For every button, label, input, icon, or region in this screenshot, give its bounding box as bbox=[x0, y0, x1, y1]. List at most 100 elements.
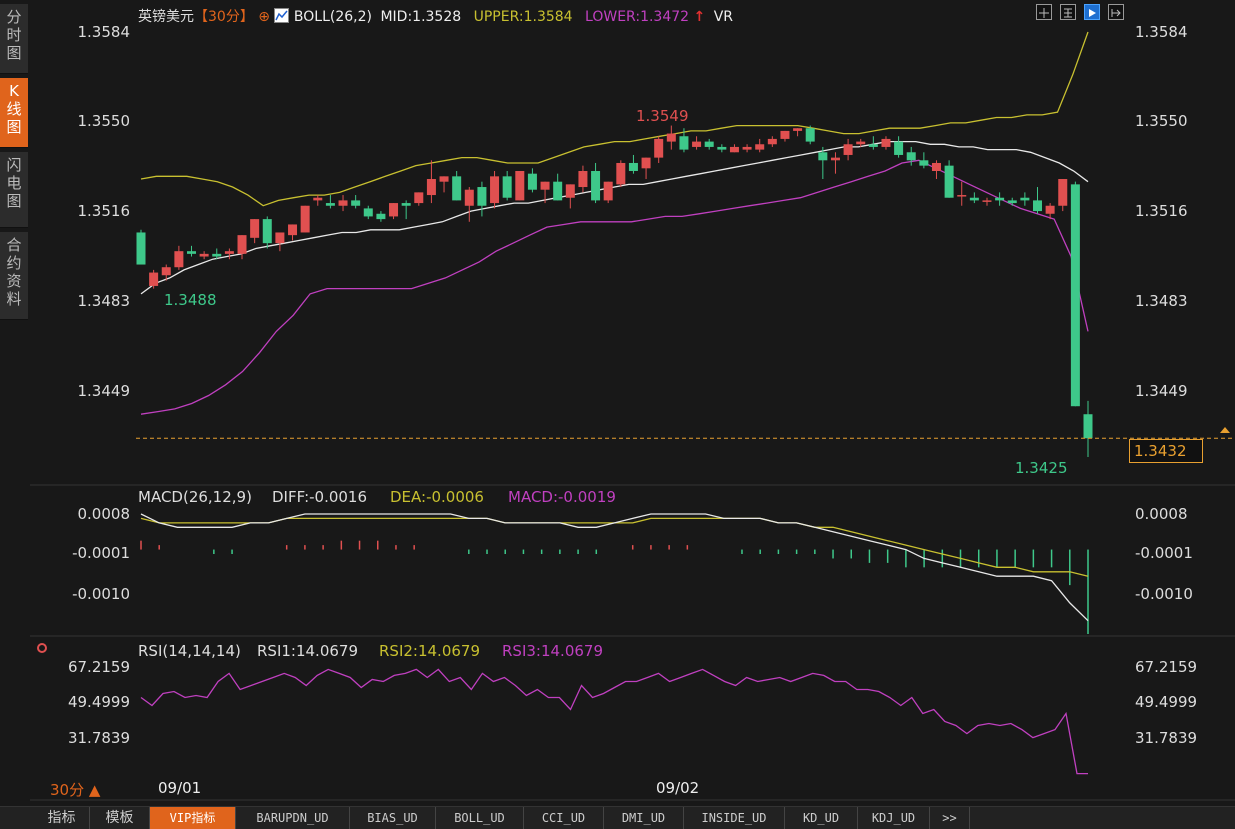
macd-tick-right: -0.0001 bbox=[1135, 544, 1193, 562]
candle-body bbox=[199, 253, 209, 257]
indicator-tab[interactable]: BOLL_UD bbox=[436, 807, 524, 829]
indicator-tab[interactable]: CCI_UD bbox=[524, 807, 604, 829]
candle-body bbox=[426, 179, 436, 196]
candle-body bbox=[894, 141, 904, 155]
macd-dea-line bbox=[140, 517, 1089, 577]
candle-body bbox=[1070, 184, 1080, 407]
candle-body bbox=[1045, 205, 1055, 214]
candle-body bbox=[628, 162, 638, 171]
current-price-box: 1.3432 bbox=[1129, 439, 1203, 463]
candle-body bbox=[464, 189, 474, 206]
candle-body bbox=[553, 181, 563, 201]
candle-body bbox=[982, 200, 992, 202]
candle-body bbox=[136, 232, 146, 265]
indicator-tab[interactable]: VIP指标 bbox=[150, 807, 236, 829]
macd-title: MACD(26,12,9) bbox=[138, 488, 252, 506]
rsi-tick-left: 31.7839 bbox=[68, 729, 130, 747]
candle-body bbox=[805, 128, 815, 142]
period-toggle[interactable]: 30分 ▲ bbox=[50, 779, 100, 800]
candle-body bbox=[717, 146, 727, 150]
high-annotation: 1.3549 bbox=[636, 107, 689, 125]
candle-body bbox=[995, 197, 1005, 201]
y-tick-label-right: 1.3550 bbox=[1135, 112, 1188, 130]
boll-lower-line bbox=[140, 159, 1089, 415]
rsi1-label: RSI1:14.0679 bbox=[257, 642, 358, 660]
candle-body bbox=[616, 162, 626, 185]
indicator-tab[interactable]: BIAS_UD bbox=[350, 807, 436, 829]
candle-body bbox=[540, 181, 550, 190]
macd-tick-left: 0.0008 bbox=[78, 505, 131, 523]
macd-value-label: MACD:-0.0019 bbox=[508, 488, 616, 506]
rsi-line bbox=[140, 668, 1088, 775]
candle-body bbox=[351, 200, 361, 206]
indicator-tab[interactable]: BARUPDN_UD bbox=[236, 807, 350, 829]
indicator-tab[interactable]: 模板 bbox=[90, 807, 150, 829]
y-tick-label-left: 1.3516 bbox=[78, 202, 131, 220]
candle-body bbox=[944, 165, 954, 198]
indicator-tab[interactable]: KDJ_UD bbox=[858, 807, 930, 829]
macd-tick-left: -0.0001 bbox=[72, 544, 130, 562]
candle-body bbox=[376, 213, 386, 220]
macd-tick-right: -0.0010 bbox=[1135, 585, 1193, 603]
candle-body bbox=[780, 130, 790, 139]
candle-body bbox=[767, 138, 777, 145]
chart-window: 分时图K线图闪电图合约资料 英镑美元【30分】 ⊕ BOLL(26,2) MID… bbox=[0, 0, 1235, 829]
candle-body bbox=[262, 219, 272, 244]
rsi-tick-left: 49.4999 bbox=[68, 693, 130, 711]
candle-body bbox=[527, 173, 537, 190]
candle-body bbox=[490, 176, 500, 204]
y-tick-label-right: 1.3449 bbox=[1135, 382, 1188, 400]
candle-body bbox=[439, 176, 449, 182]
candle-body bbox=[881, 138, 891, 147]
chart-canvas[interactable]: 1.3584 1.3584 1.3550 1.3550 1.3516 1.3516 1.34… bbox=[0, 0, 1235, 806]
candle-body bbox=[515, 170, 525, 201]
price-marker-icon bbox=[1220, 427, 1230, 433]
rsi3-label: RSI3:14.0679 bbox=[502, 642, 603, 660]
candle-body bbox=[591, 170, 601, 201]
x-axis-label: 09/01 bbox=[158, 779, 201, 797]
rsi-tick-right: 67.2159 bbox=[1135, 658, 1197, 676]
indicator-tab[interactable]: 指标 bbox=[34, 807, 90, 829]
candle-body bbox=[187, 251, 197, 254]
indicator-tab[interactable]: >> bbox=[930, 807, 970, 829]
candle-body bbox=[363, 208, 373, 217]
rsi-tick-right: 31.7839 bbox=[1135, 729, 1197, 747]
rsi2-label: RSI2:14.0679 bbox=[379, 642, 480, 660]
candle-body bbox=[906, 152, 916, 161]
candle-body bbox=[742, 146, 752, 150]
candle-body bbox=[868, 144, 878, 147]
candle-body bbox=[502, 176, 512, 198]
indicator-tab[interactable]: KD_UD bbox=[785, 807, 858, 829]
y-tick-label-left: 1.3584 bbox=[78, 23, 131, 41]
indicator-tab[interactable]: DMI_UD bbox=[604, 807, 684, 829]
rsi-title: RSI(14,14,14) bbox=[138, 642, 241, 660]
low-annotation-right: 1.3425 bbox=[1015, 459, 1068, 477]
candle-body bbox=[1007, 200, 1017, 204]
rsi-tick-left: 67.2159 bbox=[68, 658, 130, 676]
candle-body bbox=[250, 219, 260, 238]
low-annotation-left: 1.3488 bbox=[164, 291, 217, 309]
candle-body bbox=[288, 224, 298, 236]
indicator-tab[interactable]: INSIDE_UD bbox=[684, 807, 785, 829]
candle-body bbox=[1020, 197, 1030, 201]
candle-body bbox=[578, 170, 588, 188]
y-tick-label-left: 1.3483 bbox=[78, 292, 131, 310]
candle-body bbox=[919, 160, 929, 166]
candle-body bbox=[692, 141, 702, 147]
candle-body bbox=[389, 203, 399, 217]
candle-body bbox=[641, 157, 651, 169]
candle-body bbox=[275, 232, 285, 244]
candle-body bbox=[477, 187, 487, 206]
candle-body bbox=[957, 195, 967, 197]
candle-body bbox=[654, 138, 664, 158]
y-tick-label-left: 1.3449 bbox=[78, 382, 131, 400]
macd-diff-line bbox=[140, 513, 1089, 622]
candle-body bbox=[313, 197, 323, 201]
candle-body bbox=[452, 176, 462, 201]
candle-body bbox=[1083, 414, 1093, 439]
macd-diff-label: DIFF:-0.0016 bbox=[272, 488, 367, 506]
macd-tick-right: 0.0008 bbox=[1135, 505, 1188, 523]
x-axis-label: 09/02 bbox=[656, 779, 699, 797]
candle-body bbox=[755, 144, 765, 150]
candle-body bbox=[856, 141, 866, 145]
